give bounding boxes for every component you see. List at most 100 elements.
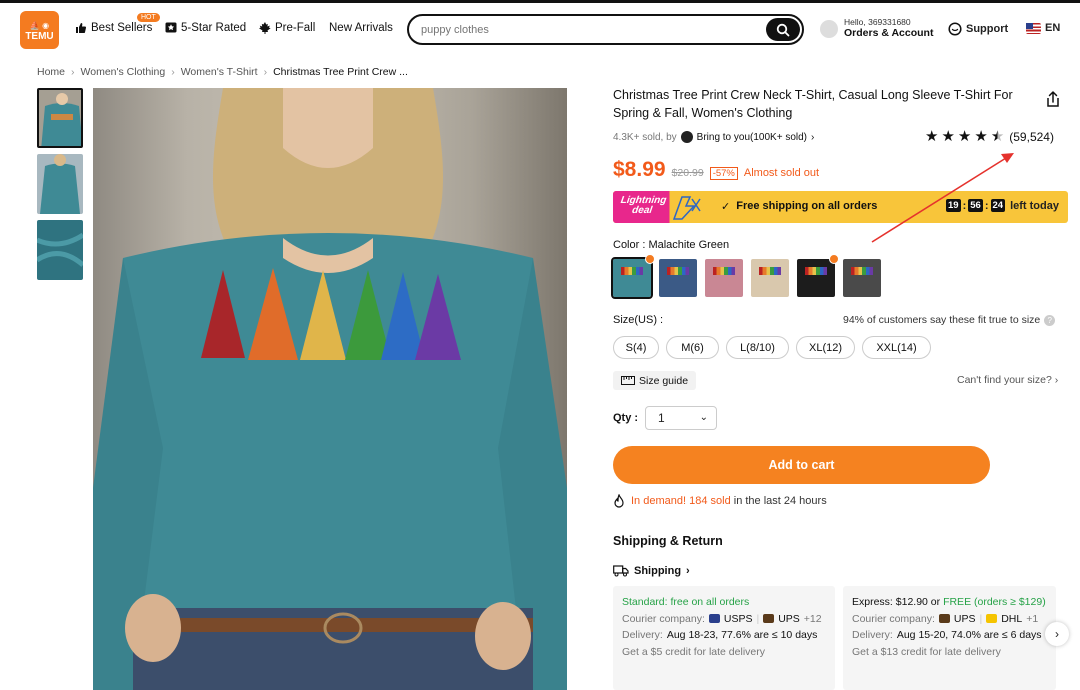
star-icon: ★ <box>957 128 972 145</box>
account-greeting: Hello, 369331680 <box>844 17 911 27</box>
size-guide-button[interactable]: Size guide <box>613 371 697 390</box>
carousel-next-button[interactable]: › <box>1045 622 1069 646</box>
delivery-estimate: Aug 15-20, 74.0% are ≤ 6 days <box>896 629 1042 641</box>
shipping-link[interactable]: Shipping › <box>613 565 690 577</box>
courier-usps: USPS <box>723 612 753 625</box>
chevron-right-icon: › <box>71 66 75 78</box>
main-product-image[interactable] <box>93 88 567 690</box>
us-flag-icon <box>1026 22 1041 34</box>
review-count: (59,524) <box>1009 129 1054 144</box>
original-price: $20.99 <box>671 167 704 179</box>
gallery-thumbnail-2[interactable] <box>37 154 83 214</box>
delivery-row: Delivery: Aug 15-20, 74.0% are ≤ 6 days <box>852 627 1047 644</box>
color-swatch-apricot[interactable] <box>751 259 789 297</box>
chevron-down-icon: ⌄ <box>699 412 708 423</box>
nav-pre-fall[interactable]: Pre-Fall <box>259 22 315 34</box>
stock-note: Almost sold out <box>743 167 820 179</box>
delivery-row: Delivery: Aug 18-23, 77.6% are ≤ 10 days <box>622 627 826 644</box>
nav-five-star-rated[interactable]: 5-Star Rated <box>165 22 246 34</box>
lightning-deal-badge: Lightning deal <box>613 191 710 223</box>
logo-text: TEMU <box>25 31 54 42</box>
shipping-return-heading: Shipping & Return <box>613 534 723 548</box>
sold-count: 4.3K+ sold, by <box>613 131 677 143</box>
usps-logo-icon <box>708 614 720 624</box>
breadcrumb-womens-clothing[interactable]: Women's Clothing <box>81 66 166 78</box>
help-icon[interactable]: ? <box>1044 314 1056 326</box>
countdown-timer: 19: 56: 24 left today <box>946 199 1059 212</box>
language-label: EN <box>1045 22 1061 34</box>
size-option-m[interactable]: M(6) <box>666 336 719 359</box>
flame-outline-icon <box>614 494 624 508</box>
nav-label: 5-Star Rated <box>181 22 247 34</box>
site-header: ⛵ ◉ TEMU Best Sellers HOT 5-Star Rated P… <box>0 3 1080 55</box>
search-bar <box>407 14 804 45</box>
search-input[interactable] <box>421 21 761 39</box>
star-badge-icon <box>165 22 177 33</box>
gallery-thumbnail-3[interactable] <box>37 220 83 280</box>
size-guide-label: Size guide <box>639 374 689 387</box>
add-to-cart-button[interactable]: Add to cart <box>613 446 990 484</box>
language-selector[interactable]: EN <box>1026 22 1060 34</box>
fabric-thumbnail-image <box>37 220 83 280</box>
lightning-bolt-icon <box>672 196 701 220</box>
truck-icon <box>613 565 629 577</box>
search-icon <box>776 23 790 36</box>
express-shipping-card: Express: $12.90 or FREE (orders ≥ $129) … <box>843 586 1056 690</box>
rating-summary[interactable]: ★ ★ ★ ★ ★ (59,524) <box>925 129 1054 144</box>
share-icon[interactable] <box>1044 90 1062 108</box>
chat-bubble-icon <box>948 22 962 36</box>
cant-find-size-link[interactable]: Can't find your size? › <box>957 374 1058 386</box>
chevron-right-icon: › <box>811 131 815 143</box>
dhl-logo-icon <box>986 614 998 624</box>
star-icon: ★ <box>925 128 939 145</box>
quantity-value: 1 <box>658 411 665 425</box>
nav-label: Pre-Fall <box>275 22 316 34</box>
fit-note-text: 94% of customers say these fit true to s… <box>843 314 1041 326</box>
ups-logo-icon <box>763 614 775 624</box>
size-option-s[interactable]: S(4) <box>613 336 659 359</box>
courier-ups: UPS <box>778 612 800 625</box>
temu-logo[interactable]: ⛵ ◉ TEMU <box>20 11 59 49</box>
deal-label: deal <box>631 205 653 216</box>
shipping-link-label: Shipping <box>634 565 682 577</box>
nav-label: New Arrivals <box>329 22 393 34</box>
account-menu[interactable]: Hello, 369331680 Orders & Account <box>820 17 933 40</box>
courier-label: Courier company: <box>852 612 935 625</box>
color-swatch-black[interactable] <box>797 259 835 297</box>
color-swatch-pink[interactable] <box>705 259 743 297</box>
color-swatch-blue[interactable] <box>659 259 697 297</box>
color-label: Color : Malachite Green <box>613 239 730 251</box>
timer-minutes: 56 <box>968 199 983 212</box>
size-option-l[interactable]: L(8/10) <box>726 336 789 359</box>
color-swatch-malachite-green[interactable] <box>611 257 653 299</box>
courier-ups: UPS <box>953 612 976 625</box>
store-link[interactable]: Bring to you(100K+ sold) <box>697 132 807 143</box>
color-swatch-dark-grey[interactable] <box>843 259 881 297</box>
express-headline: Express: $12.90 or FREE (orders ≥ $129) <box>852 594 1047 611</box>
standard-headline: Standard: free on all orders <box>622 596 750 608</box>
chevron-right-icon: › <box>263 66 268 78</box>
nav-label: Best Sellers <box>91 22 153 34</box>
gallery-thumbnail-1[interactable] <box>37 88 83 148</box>
store-logo-icon <box>680 131 693 143</box>
standard-shipping-card: Standard: free on all orders Courier com… <box>613 586 835 690</box>
ups-logo-icon <box>938 614 950 624</box>
nav-best-sellers[interactable]: Best Sellers <box>75 22 152 34</box>
breadcrumb-home[interactable]: Home <box>37 66 65 78</box>
timer-hours: 19 <box>946 199 961 212</box>
avatar <box>820 20 838 38</box>
free-shipping-note: ✓ Free shipping on all orders <box>721 200 877 213</box>
hot-badge: HOT <box>137 13 160 22</box>
breadcrumb-womens-tshirt[interactable]: Women's T-Shirt <box>181 66 258 78</box>
quantity-select[interactable]: 1 ⌄ <box>645 406 717 430</box>
sold-by-line: 4.3K+ sold, by Bring to you(100K+ sold) … <box>613 131 814 143</box>
nav-new-arrivals[interactable]: New Arrivals <box>329 22 393 34</box>
checkmark-icon: ✓ <box>721 201 731 213</box>
express-price: Express: $12.90 or <box>852 596 944 608</box>
support-link[interactable]: Support <box>948 22 1008 36</box>
size-option-xl[interactable]: XL(12) <box>796 336 855 359</box>
size-option-xxl[interactable]: XXL(14) <box>862 336 931 359</box>
chevron-right-icon: › <box>171 66 175 78</box>
search-button[interactable] <box>766 18 800 41</box>
courier-more: +1 <box>1026 612 1039 625</box>
